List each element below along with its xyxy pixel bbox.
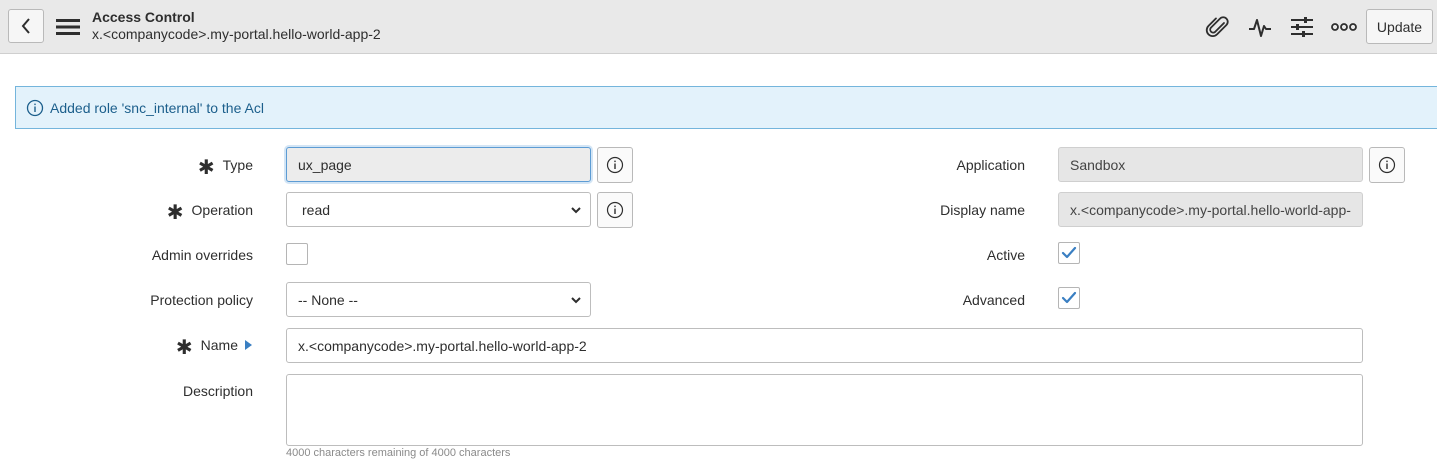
advanced-label: Advanced <box>962 292 1025 308</box>
display-name-field: x.<companycode>.my-portal.hello-world-ap… <box>1058 192 1363 227</box>
more-options-button[interactable] <box>1330 13 1358 41</box>
expand-arrow-icon[interactable] <box>243 339 253 351</box>
checkmark-icon <box>1061 291 1077 304</box>
update-button[interactable]: Update <box>1366 9 1433 44</box>
attachments-button[interactable] <box>1204 13 1232 41</box>
operation-label: ✱ Operation <box>60 200 253 224</box>
chevron-down-icon <box>571 297 581 304</box>
advanced-checkbox[interactable] <box>1058 287 1080 309</box>
info-circle-icon <box>606 156 624 174</box>
operation-label-text: Operation <box>191 202 253 218</box>
admin-overrides-label: Admin overrides <box>151 247 253 263</box>
protection-policy-select[interactable]: -- None -- <box>286 282 591 317</box>
operation-value: read <box>302 201 331 218</box>
protection-policy-value: -- None -- <box>298 291 358 308</box>
info-circle-icon <box>606 201 624 219</box>
more-options-icon <box>1331 23 1357 31</box>
header-title-block: Access Control x.<companycode>.my-portal… <box>92 9 381 43</box>
type-label: ✱ Type <box>60 155 253 179</box>
display-name-value: x.<companycode>.my-portal.hello-world-ap… <box>1070 201 1351 218</box>
form-header: Access Control x.<companycode>.my-portal… <box>0 0 1437 54</box>
type-label-text: Type <box>222 157 253 173</box>
display-name-label: Display name <box>940 202 1025 218</box>
personalize-form-button[interactable] <box>1288 13 1316 41</box>
checkmark-icon <box>1061 246 1077 259</box>
paperclip-icon <box>1205 16 1229 37</box>
description-label: Description <box>182 383 253 399</box>
description-textarea[interactable] <box>286 374 1363 446</box>
active-label: Active <box>986 247 1025 263</box>
hamburger-menu-button[interactable] <box>55 14 81 40</box>
admin-overrides-checkbox[interactable] <box>286 243 308 265</box>
info-icon <box>26 99 44 116</box>
name-value: x.<companycode>.my-portal.hello-world-ap… <box>298 337 587 354</box>
hamburger-menu-icon <box>56 19 80 35</box>
type-info-button[interactable] <box>597 147 633 183</box>
application-value: Sandbox <box>1070 156 1126 173</box>
type-value: ux_page <box>298 156 352 173</box>
back-button[interactable] <box>8 9 44 43</box>
type-field[interactable]: ux_page <box>286 147 591 182</box>
back-icon <box>21 18 30 34</box>
record-name: x.<companycode>.my-portal.hello-world-ap… <box>92 26 381 42</box>
activity-pulse-icon <box>1249 19 1271 37</box>
info-message-banner: Added role 'snc_internal' to the Acl <box>15 86 1437 129</box>
operation-info-button[interactable] <box>597 192 633 228</box>
application-info-button[interactable] <box>1369 147 1405 183</box>
sliders-icon <box>1291 17 1313 37</box>
active-checkbox[interactable] <box>1058 242 1080 264</box>
info-circle-icon <box>1378 156 1396 174</box>
page-title: Access Control <box>92 9 195 25</box>
operation-select[interactable]: read <box>286 192 591 227</box>
name-field[interactable]: x.<companycode>.my-portal.hello-world-ap… <box>286 328 1363 363</box>
activity-stream-button[interactable] <box>1246 13 1274 41</box>
info-message-text: Added role 'snc_internal' to the Acl <box>50 99 264 116</box>
required-asterisk-icon: ✱ <box>197 157 215 179</box>
name-label: ✱ Name <box>60 335 253 359</box>
protection-policy-label: Protection policy <box>150 292 253 308</box>
name-label-text: Name <box>200 337 238 353</box>
application-field: Sandbox <box>1058 147 1363 182</box>
application-label: Application <box>956 157 1026 173</box>
description-char-count: 4000 characters remaining of 4000 charac… <box>286 447 511 459</box>
required-asterisk-icon: ✱ <box>166 202 184 224</box>
chevron-down-icon <box>571 207 581 214</box>
required-asterisk-icon: ✱ <box>175 337 193 359</box>
